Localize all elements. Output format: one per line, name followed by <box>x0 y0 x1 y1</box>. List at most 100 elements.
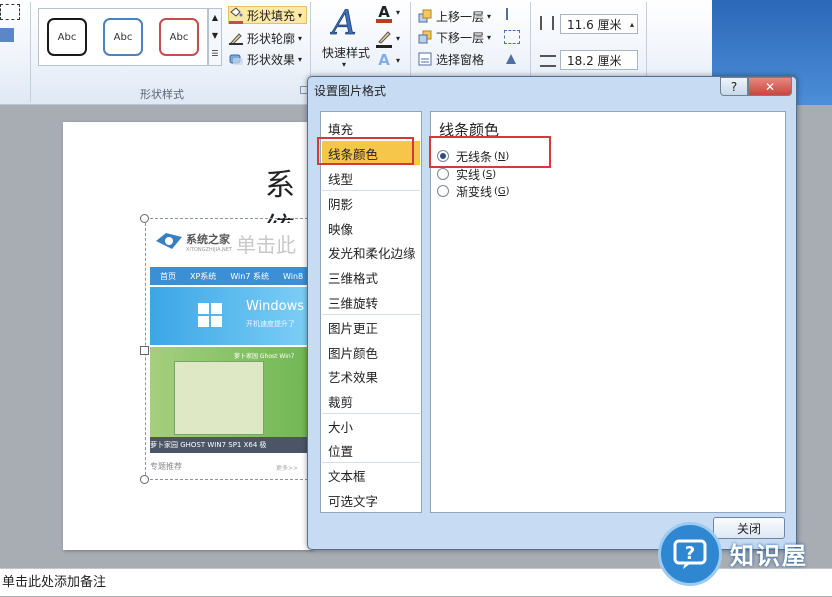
rotate-icon[interactable] <box>504 52 518 66</box>
nav-item: XP系统 <box>190 271 217 281</box>
close-icon: ✕ <box>764 79 776 94</box>
list-separator <box>322 413 420 414</box>
send-backward-button[interactable]: 下移一层 ▾ <box>418 28 491 46</box>
windows-logo-icon <box>198 303 222 327</box>
category-position[interactable]: 位置 <box>328 441 353 460</box>
dropdown-arrow-icon: ▾ <box>298 10 303 20</box>
shape-style-blue[interactable]: Abc <box>103 18 143 56</box>
align-icon[interactable] <box>506 8 518 20</box>
quick-style-a-icon[interactable]: A <box>329 3 360 44</box>
paint-bucket-icon <box>229 6 243 24</box>
article-title: 萝卜家园 Ghost Win7 <box>234 353 295 360</box>
height-value: 11.6 厘米 <box>567 17 622 32</box>
image-watermark-text: 单击此 <box>236 233 296 257</box>
effects-icon <box>229 52 243 66</box>
dropdown-arrow-icon: ▾ <box>298 54 303 64</box>
notes-placeholder: 单击此处添加备注 <box>2 575 107 590</box>
highlight-line-color <box>317 137 414 165</box>
option-label: 渐变线 <box>456 184 493 199</box>
style-label: Abc <box>169 31 189 43</box>
text-effects-icon[interactable]: A <box>376 52 392 68</box>
watermark-help-icon: ? <box>658 522 722 586</box>
quick-style-label[interactable]: 快速样式 <box>322 44 370 61</box>
selection-pane-label: 选择窗格 <box>436 52 485 67</box>
height-icon <box>540 16 554 30</box>
help-icon: ? <box>730 79 738 94</box>
category-3d-format[interactable]: 三维格式 <box>328 268 378 287</box>
category-size[interactable]: 大小 <box>328 417 353 436</box>
category-text-box[interactable]: 文本框 <box>328 466 366 485</box>
height-input[interactable]: 11.6 厘米 ▴ <box>560 14 638 34</box>
help-button[interactable]: ? <box>720 77 748 96</box>
text-box-icon[interactable] <box>0 28 14 42</box>
svg-text:A: A <box>330 4 357 40</box>
site-banner: Windows 开机速度提升了 <box>150 287 314 345</box>
send-backward-icon <box>418 30 432 44</box>
shape-style-gallery: Abc Abc Abc <box>38 8 208 66</box>
gallery-scroll[interactable]: ▲ ▼ ☰ <box>208 8 222 66</box>
text-outline-icon[interactable] <box>376 30 392 48</box>
option-gradient-line[interactable]: 渐变线 (G) <box>437 183 510 199</box>
dropdown-arrow-icon: ▾ <box>396 34 401 43</box>
radio-solid-line[interactable] <box>437 168 449 180</box>
category-line-style[interactable]: 线型 <box>328 169 353 188</box>
shape-style-red[interactable]: Abc <box>159 18 199 56</box>
category-3d-rotation[interactable]: 三维旋转 <box>328 293 378 312</box>
category-picture-corrections[interactable]: 图片更正 <box>328 318 378 337</box>
settings-panel: 线条颜色 无线条 (N) 实线 (S) 渐变线 (G) <box>430 111 786 513</box>
site-nav: 首页 XP系统 Win7 系统 Win8 <box>150 267 314 285</box>
hotkey-letter: S <box>485 168 493 180</box>
group-separator <box>30 2 31 102</box>
shape-effects-button[interactable]: 形状效果 ▾ <box>229 50 302 68</box>
nav-item: Win8 <box>282 271 304 281</box>
resize-handle[interactable] <box>140 346 149 355</box>
banner-subtitle: 开机速度提升了 <box>246 320 295 328</box>
shape-fill-button[interactable]: 形状填充 ▾ <box>228 6 308 24</box>
format-picture-dialog: 设置图片格式 ? ✕ 填充 线条颜色 线型 阴影 映像 发光和柔化边缘 三维格式… <box>307 76 797 550</box>
shape-effects-label: 形状效果 <box>247 52 296 67</box>
bring-forward-icon <box>418 9 432 23</box>
width-input[interactable]: 18.2 厘米 <box>560 50 638 70</box>
radio-gradient-line[interactable] <box>437 185 449 197</box>
selected-picture[interactable]: 系统之家 XITONGZHIJIA.NET 单击此 首页 XP系统 Win7 系… <box>145 218 314 480</box>
category-fill[interactable]: 填充 <box>328 119 353 138</box>
group-objects-icon[interactable] <box>504 30 520 44</box>
watermark-name: 知识屋 <box>730 542 808 570</box>
category-crop[interactable]: 裁剪 <box>328 392 353 411</box>
option-label: 实线 <box>456 167 481 182</box>
category-reflection[interactable]: 映像 <box>328 219 353 238</box>
bring-forward-label: 上移一层 <box>436 9 485 24</box>
option-solid-line[interactable]: 实线 (S) <box>437 166 496 182</box>
category-glow[interactable]: 发光和柔化边缘 <box>328 243 416 262</box>
close-window-button[interactable]: ✕ <box>748 77 792 96</box>
bring-forward-button[interactable]: 上移一层 ▾ <box>418 7 491 25</box>
selection-pane-button[interactable]: 选择窗格 <box>418 50 484 68</box>
text-fill-icon[interactable]: A <box>376 5 392 23</box>
send-backward-label: 下移一层 <box>436 30 485 45</box>
shape-outline-button[interactable]: 形状轮廓 ▾ <box>229 29 302 47</box>
svg-text:?: ? <box>685 543 695 564</box>
shape-style-black[interactable]: Abc <box>47 18 87 56</box>
shape-fill-label: 形状填充 <box>247 8 296 23</box>
resize-handle[interactable] <box>140 475 149 484</box>
spinner-arrows-icon[interactable]: ▴ <box>630 20 634 29</box>
category-picture-color[interactable]: 图片颜色 <box>328 343 378 362</box>
edit-shape-icon[interactable] <box>0 4 20 20</box>
resize-handle[interactable] <box>140 214 149 223</box>
category-alt-text[interactable]: 可选文字 <box>328 491 378 510</box>
more-link: 更多>> <box>276 465 299 472</box>
pen-icon <box>229 31 243 45</box>
shape-styles-group-label: 形状样式 <box>140 88 184 101</box>
hotkey-letter: G <box>497 185 506 197</box>
hotkey: (S) <box>482 168 497 180</box>
site-logo-icon <box>154 231 184 251</box>
site-logo-text: 系统之家 <box>186 233 230 246</box>
style-label: Abc <box>113 31 133 43</box>
slide-canvas[interactable]: 系统 系统之家 XITONGZHIJIA.NET 单击此 首页 XP系统 Win… <box>63 122 314 550</box>
banner-title: Windows <box>246 299 305 314</box>
list-separator <box>322 462 420 463</box>
category-artistic-effects[interactable]: 艺术效果 <box>328 367 378 386</box>
site-domain: XITONGZHIJIA.NET <box>186 247 232 253</box>
category-shadow[interactable]: 阴影 <box>328 194 353 213</box>
list-separator <box>322 190 420 191</box>
